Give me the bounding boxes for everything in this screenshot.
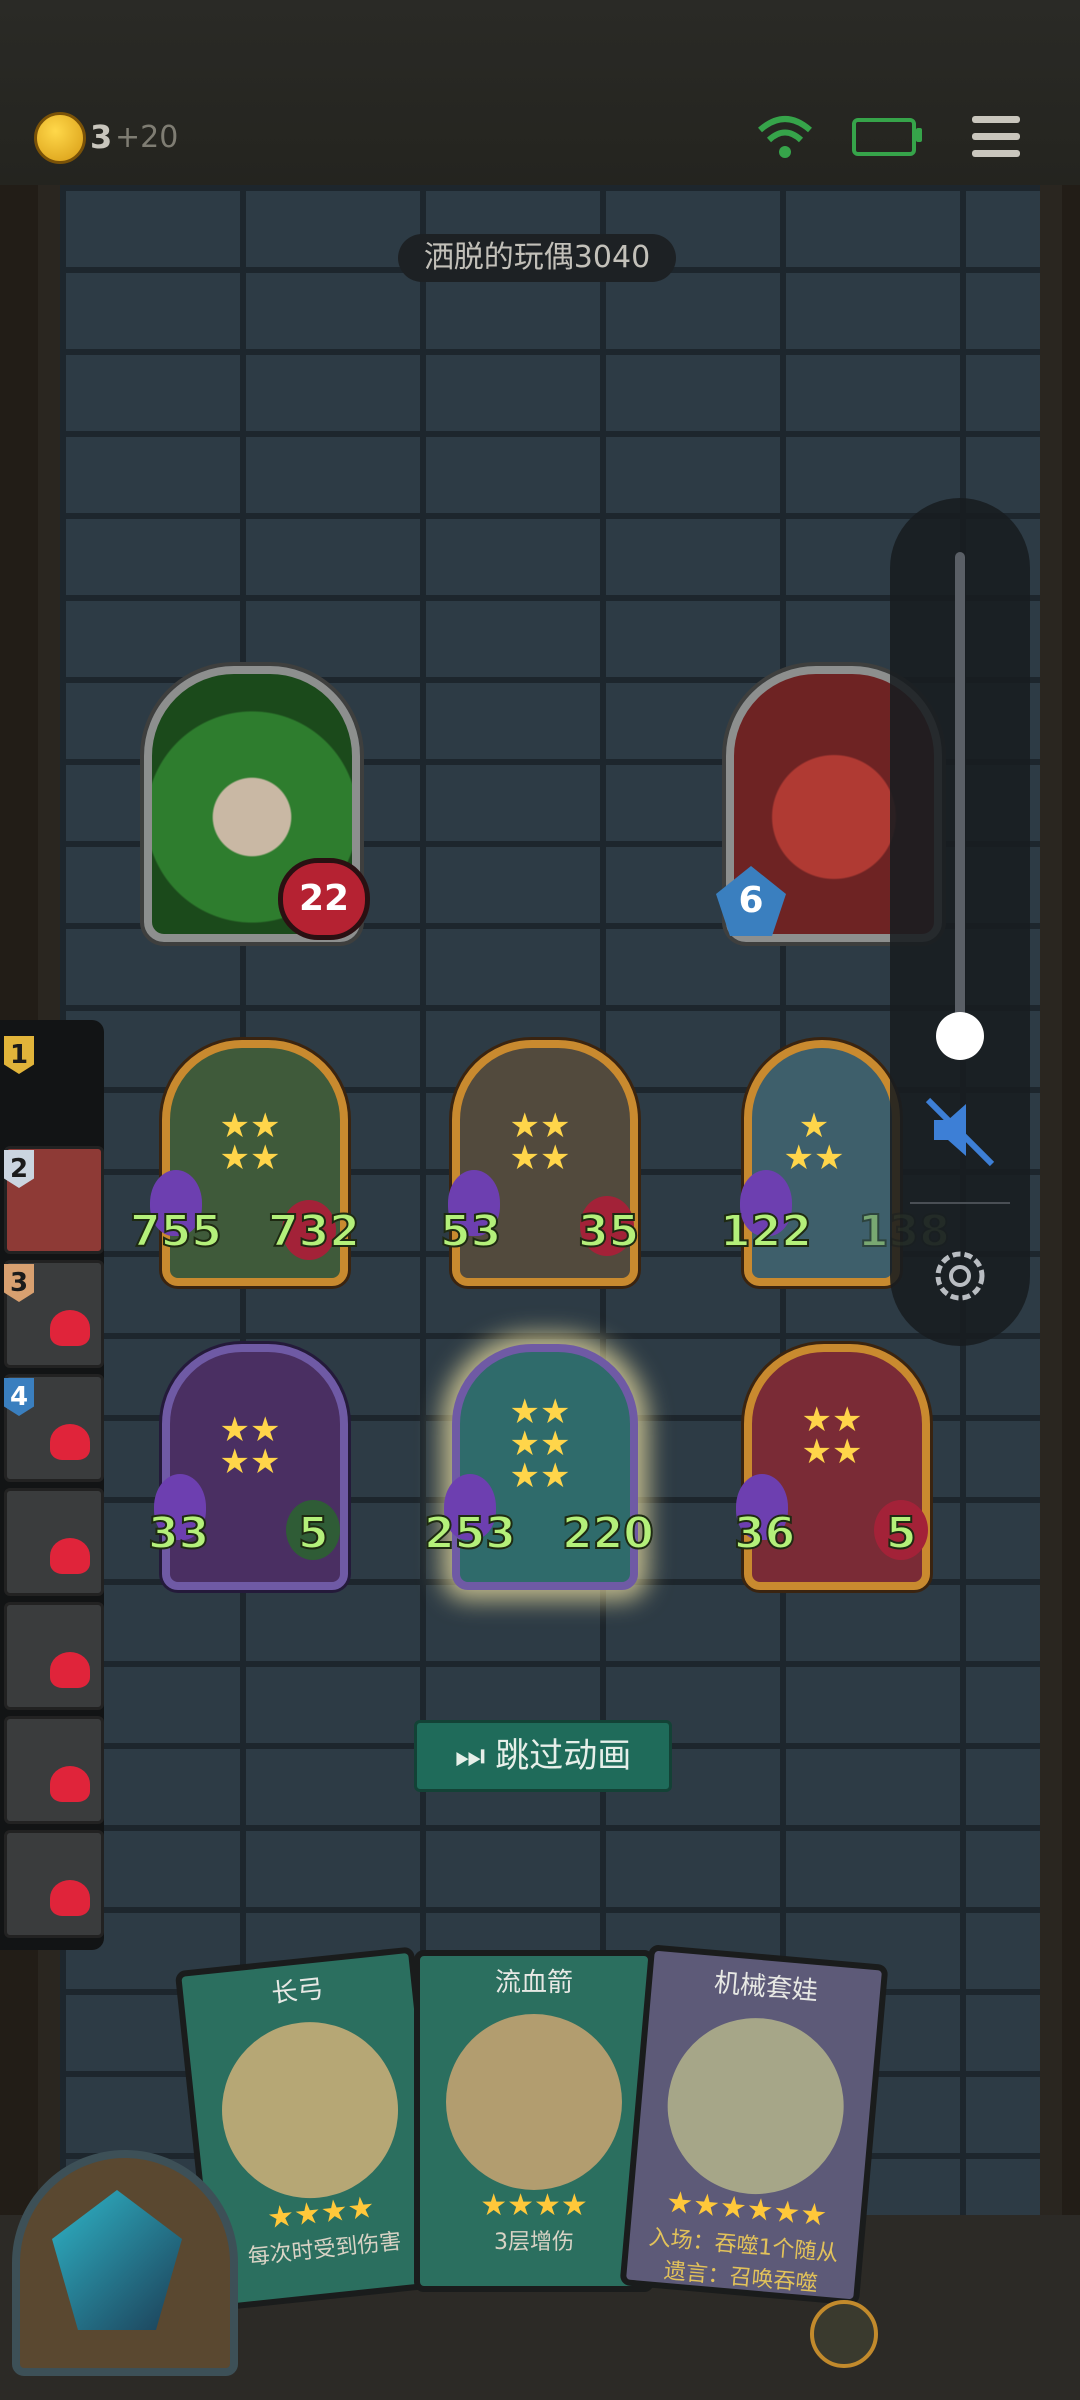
minion-attack: 36	[733, 1507, 796, 1560]
eliminated-skull-icon	[50, 1538, 90, 1574]
skip-forward-icon: ⏭	[454, 1736, 486, 1776]
wifi-icon	[758, 116, 812, 158]
minion-health: 5	[885, 1507, 918, 1560]
card-text: 3层增伤	[494, 2230, 574, 2255]
leaderboard-player-6[interactable]	[4, 1602, 104, 1710]
coin-bonus: +20	[115, 120, 179, 155]
minion-health: 35	[577, 1205, 640, 1258]
minion-health: 220	[561, 1507, 655, 1560]
battery-charging-icon	[852, 118, 916, 156]
minion-attack: 33	[147, 1507, 210, 1560]
coin-count: 3	[90, 118, 113, 156]
battery-tip	[916, 128, 922, 142]
player-hero-health: 22	[278, 858, 370, 940]
speaker-muted-icon[interactable]	[920, 1090, 1000, 1170]
top-status-bar	[0, 0, 1080, 185]
menu-icon[interactable]	[970, 112, 1022, 162]
eliminated-skull-icon	[50, 1880, 90, 1916]
minion-stars: ★ ★★	[783, 1106, 845, 1178]
eliminated-skull-icon	[50, 1310, 90, 1346]
coin-icon	[34, 112, 86, 164]
minion-stars: ★★ ★★	[801, 1400, 863, 1472]
minion-attack: 253	[423, 1507, 517, 1560]
minion-stars: ★★ ★★ ★★	[509, 1392, 571, 1496]
volume-divider	[910, 1202, 1010, 1204]
leaderboard-player-5[interactable]	[4, 1488, 104, 1596]
eliminated-skull-icon	[50, 1766, 90, 1802]
minion-attack: 755	[129, 1205, 223, 1258]
minion-stars: ★★ ★★	[509, 1106, 571, 1178]
minion-health: 5	[297, 1507, 330, 1560]
leaderboard-player-8[interactable]	[4, 1830, 104, 1938]
card-art	[446, 2014, 622, 2190]
skip-animation-label: 跳过动画	[495, 1736, 632, 1776]
settings-gear-icon[interactable]	[928, 1244, 992, 1308]
card-title: 长弓	[270, 1974, 326, 2010]
eliminated-skull-icon	[50, 1424, 90, 1460]
card-art	[660, 2010, 851, 2202]
skip-animation-button[interactable]: ⏭ 跳过动画	[414, 1720, 672, 1792]
opponent-name: 洒脱的玩偶3040	[398, 234, 676, 282]
minion-health: 732	[267, 1205, 361, 1258]
volume-slider-thumb[interactable]	[936, 1012, 984, 1060]
card-title: 流血箭	[494, 1968, 573, 1998]
minion-attack: 53	[439, 1205, 502, 1258]
minion-stars: ★★ ★★	[219, 1106, 281, 1178]
volume-slider-track[interactable]	[955, 552, 965, 1038]
minion-stars: ★★ ★★	[219, 1410, 281, 1482]
card-title: 机械套娃	[712, 1968, 820, 2008]
eliminated-skull-icon	[50, 1652, 90, 1688]
tavern-bell-icon[interactable]	[810, 2300, 878, 2368]
hand-card[interactable]: 流血箭 ★★★★ 3层增伤	[414, 1950, 654, 2292]
card-stars: ★★★★	[480, 2188, 588, 2223]
leaderboard-player-7[interactable]	[4, 1716, 104, 1824]
minion-attack: 122	[719, 1205, 813, 1258]
card-art	[213, 2013, 407, 2207]
hand-card[interactable]: 机械套娃 ★★★★★★ 入场：吞噬1个随从 遗言：召唤吞噬	[619, 1944, 889, 2306]
